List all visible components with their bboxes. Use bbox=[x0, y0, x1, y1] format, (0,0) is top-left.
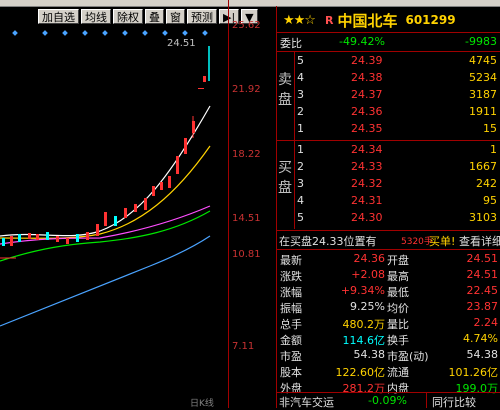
stock-name: 中国北车 bbox=[337, 11, 398, 30]
r-mark: R bbox=[324, 13, 334, 27]
large-order-notice[interactable]: 在买盘24.33位置有 5320手 买单! 查看详细 bbox=[277, 232, 500, 248]
detail-value: 23.87 bbox=[466, 300, 499, 313]
stock-code: 601299 bbox=[405, 13, 456, 27]
detail-row: 金额 114.6亿 换手 4.74% bbox=[277, 332, 500, 348]
order-ratio-value: -49.42% bbox=[339, 35, 385, 48]
detail-value: 24.36 bbox=[353, 252, 386, 265]
detail-label: 最高 bbox=[387, 270, 409, 283]
detail-value: 54.38 bbox=[353, 348, 386, 361]
detail-value: 480.2万 bbox=[342, 318, 386, 331]
order-ratio-row: 委比 -49.42% -9983 bbox=[277, 34, 500, 50]
divider bbox=[277, 140, 500, 141]
detail-label: 市盈(动) bbox=[387, 350, 429, 363]
detail-value: 101.26亿 bbox=[448, 366, 499, 379]
detail-label: 量比 bbox=[387, 318, 409, 331]
divider bbox=[277, 230, 500, 231]
detail-label: 涨幅 bbox=[280, 286, 302, 299]
window-button[interactable]: 窗 bbox=[166, 9, 185, 24]
detail-row: 市盈 54.38 市盈(动) 54.38 bbox=[277, 348, 500, 364]
price-axis: 25.62 21.92 18.22 14.51 10.81 7.11 bbox=[229, 0, 275, 408]
detail-label: 最新 bbox=[280, 254, 302, 267]
divider bbox=[277, 249, 500, 250]
detail-label: 总手 bbox=[280, 318, 302, 331]
price-tick: 18.22 bbox=[232, 149, 261, 160]
add-to-watchlist-button[interactable]: 加自选 bbox=[38, 9, 79, 24]
buy-level-row: 3 24.32 242 bbox=[297, 177, 497, 190]
kline-chart[interactable] bbox=[0, 26, 230, 408]
price-tick: 21.92 bbox=[232, 84, 261, 95]
price-tick: 7.11 bbox=[232, 341, 255, 352]
moving-average-button[interactable]: 均线 bbox=[81, 9, 111, 24]
detail-value: 2.24 bbox=[473, 316, 499, 329]
buy-level-row: 1 24.34 1 bbox=[297, 143, 497, 156]
event-markers bbox=[12, 30, 208, 36]
detail-label: 流通 bbox=[387, 366, 409, 379]
detail-label: 最低 bbox=[387, 286, 409, 299]
buy-level-row: 5 24.30 3103 bbox=[297, 211, 497, 224]
detail-value: 114.6亿 bbox=[342, 334, 386, 347]
detail-value: +9.34% bbox=[340, 284, 385, 297]
price-tick: 25.62 bbox=[232, 20, 261, 31]
chart-period-label: 日K线 bbox=[190, 399, 214, 409]
sell-level-row: 4 24.38 5234 bbox=[297, 71, 497, 84]
quote-panel: ★★☆ R 中国北车 601299 委比 -49.42% -9983 卖 盘 5… bbox=[276, 6, 500, 408]
detail-row: 股本 122.60亿 流通 101.26亿 bbox=[277, 364, 500, 380]
detail-label: 市盈 bbox=[280, 350, 302, 363]
divider bbox=[277, 51, 500, 52]
order-ratio-label: 委比 bbox=[280, 37, 302, 50]
detail-value: +2.08 bbox=[351, 268, 385, 281]
detail-row: 涨幅 +9.34% 最低 22.45 bbox=[277, 284, 500, 300]
view-details-link[interactable]: 查看详细 bbox=[459, 233, 500, 249]
forecast-button[interactable]: 预测 bbox=[187, 9, 217, 24]
detail-value: 24.51 bbox=[466, 252, 499, 265]
detail-row: 涨跌 +2.08 最高 24.51 bbox=[277, 268, 500, 284]
detail-value: 4.74% bbox=[463, 332, 498, 345]
buy-level-row: 2 24.33 1667 bbox=[297, 160, 497, 173]
chart-toolbar: 加自选 均线 除权 叠 窗 预测 ▶| ▼ bbox=[38, 9, 258, 25]
detail-value: 9.25% bbox=[350, 300, 385, 313]
detail-value: 24.51 bbox=[466, 268, 499, 281]
bottom-bar: 非汽车交运 -0.09% 同行比较 bbox=[276, 392, 500, 409]
detail-label: 金额 bbox=[280, 334, 302, 347]
detail-label: 均价 bbox=[387, 302, 409, 315]
overlay-button[interactable]: 叠 bbox=[145, 9, 164, 24]
price-tick: 14.51 bbox=[232, 213, 261, 224]
order-ratio-diff: -9983 bbox=[465, 35, 497, 48]
sector-change: -0.09% bbox=[368, 394, 407, 407]
detail-label: 涨跌 bbox=[280, 270, 302, 283]
stock-title: ★★☆ R 中国北车 601299 bbox=[283, 10, 456, 30]
detail-label: 开盘 bbox=[387, 254, 409, 267]
detail-value: 54.38 bbox=[466, 348, 499, 361]
sell-level-row: 3 24.37 3187 bbox=[297, 88, 497, 101]
detail-row: 最新 24.36 开盘 24.51 bbox=[277, 252, 500, 268]
buy-level-row: 4 24.31 95 bbox=[297, 194, 497, 207]
sell-level-row: 1 24.35 15 bbox=[297, 122, 497, 135]
sell-level-row: 5 24.39 4745 bbox=[297, 54, 497, 67]
detail-label: 股本 bbox=[280, 366, 302, 379]
last-price-label: 24.51 bbox=[167, 38, 196, 49]
rating-stars: ★★☆ bbox=[283, 12, 316, 28]
divider bbox=[277, 32, 500, 33]
detail-row: 振幅 9.25% 均价 23.87 bbox=[277, 300, 500, 316]
detail-label: 振幅 bbox=[280, 302, 302, 315]
ex-rights-button[interactable]: 除权 bbox=[113, 9, 143, 24]
detail-value: 22.45 bbox=[466, 284, 499, 297]
detail-value: 122.60亿 bbox=[335, 366, 386, 379]
price-tick: 10.81 bbox=[232, 249, 261, 260]
detail-row: 总手 480.2万 量比 2.24 bbox=[277, 316, 500, 332]
detail-label: 换手 bbox=[387, 334, 409, 347]
sell-level-row: 2 24.36 1911 bbox=[297, 105, 497, 118]
